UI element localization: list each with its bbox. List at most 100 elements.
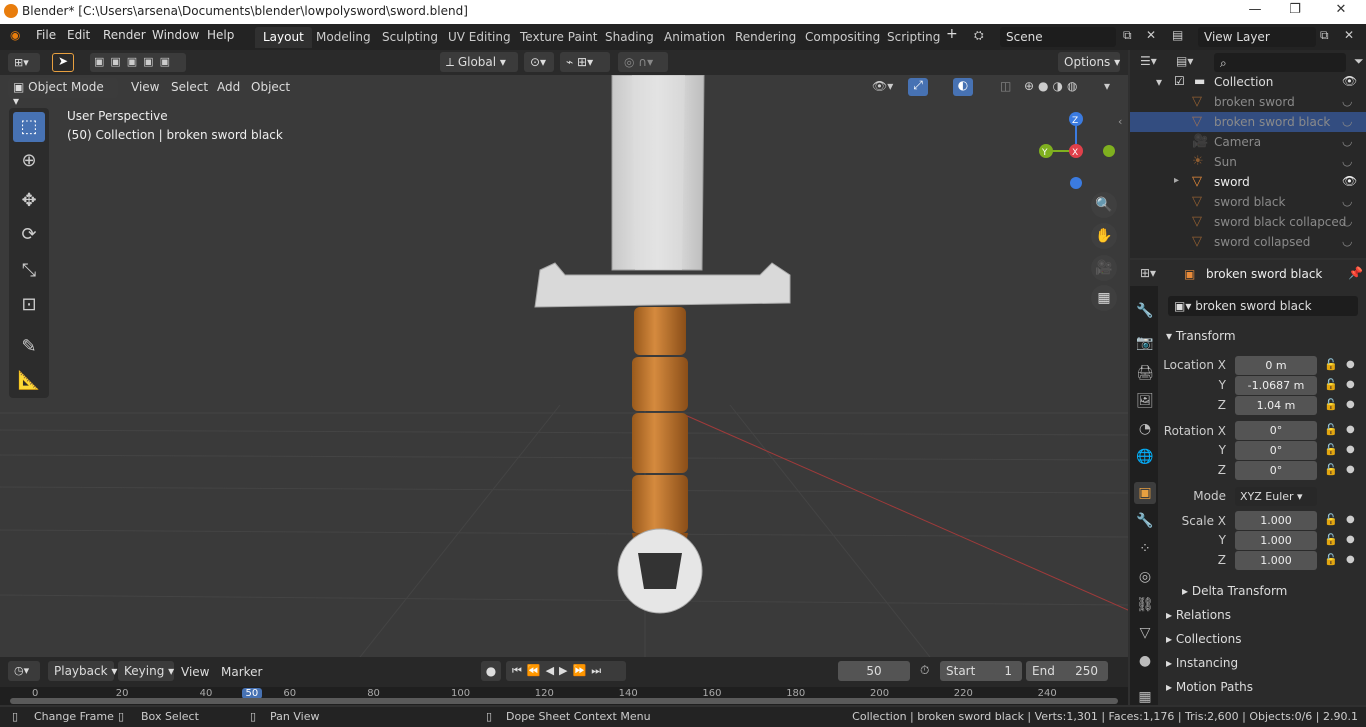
output-tab-icon[interactable]: 🖨 <box>1134 362 1156 384</box>
keyframe-dot-icon[interactable]: ● <box>1346 379 1355 390</box>
snap-dropdown[interactable]: ⌁ ⊞▾ <box>560 52 610 72</box>
eye-closed-icon[interactable]: ◡ <box>1342 214 1352 228</box>
lock-icon[interactable]: 🔓 <box>1324 463 1338 476</box>
rotation-z-field[interactable]: 0° <box>1235 461 1317 480</box>
tool-tab-icon[interactable]: 🔧 <box>1134 300 1156 322</box>
lock-icon[interactable]: 🔓 <box>1324 513 1338 526</box>
motion-paths-header[interactable]: ▸ Motion Paths <box>1166 680 1253 694</box>
lock-icon[interactable]: 🔓 <box>1324 398 1338 411</box>
outliner-item[interactable]: ▽ broken sword black ◡ <box>1130 112 1366 132</box>
physics-tab-icon[interactable]: ◎ <box>1134 566 1156 588</box>
delta-transform-header[interactable]: ▸ Delta Transform <box>1182 584 1287 598</box>
pan-hand-icon[interactable]: ✋ <box>1091 223 1117 249</box>
start-frame-field[interactable]: Start 1 <box>940 661 1022 681</box>
axis-gizmo-icon[interactable]: Z Y X <box>1034 107 1120 193</box>
transform-orientation-dropdown[interactable]: ⟂ Global ▾ <box>440 52 518 72</box>
lock-icon[interactable]: 🔓 <box>1324 378 1338 391</box>
outliner-item[interactable]: ▽ sword black collapced ◡ <box>1130 212 1366 232</box>
move-tool-icon[interactable]: ✥ <box>13 186 45 216</box>
expand-arrow-icon[interactable]: ▸ <box>1174 175 1179 186</box>
checkbox-icon[interactable]: ☑ <box>1174 74 1185 88</box>
constraints-tab-icon[interactable]: ⛓ <box>1134 594 1156 616</box>
outliner-collection-row[interactable]: ▾ ☑ ▬ Collection 👁 <box>1130 72 1366 92</box>
new-scene-icon[interactable]: ⧉ <box>1123 28 1132 43</box>
rotate-tool-icon[interactable]: ⟳ <box>13 220 45 250</box>
tab-scripting[interactable]: Scripting <box>879 27 948 48</box>
outliner-editor-icon[interactable]: ☰▾ <box>1140 54 1157 68</box>
keyframe-dot-icon[interactable]: ● <box>1346 399 1355 410</box>
outliner-item[interactable]: ▽ broken sword ◡ <box>1130 92 1366 112</box>
lock-icon[interactable]: 🔓 <box>1324 358 1338 371</box>
keyframe-dot-icon[interactable]: ● <box>1346 464 1355 475</box>
rotation-mode-dropdown[interactable]: XYZ Euler ▾ <box>1235 487 1317 506</box>
select-tool-icon[interactable]: ➤ <box>52 53 74 72</box>
playback-menu[interactable]: Playback ▾ <box>48 661 117 681</box>
pin-icon[interactable]: 📌 <box>1348 266 1363 280</box>
scene-field[interactable]: Scene <box>1000 27 1116 47</box>
lock-icon[interactable]: 🔓 <box>1324 423 1338 436</box>
add-workspace-button[interactable]: + <box>946 26 958 42</box>
menu-object[interactable]: Object <box>251 80 290 94</box>
view-layer-field[interactable]: View Layer <box>1198 27 1316 47</box>
menu-window[interactable]: Window <box>152 28 199 42</box>
xray-toggle-icon[interactable]: ◫ <box>1000 79 1011 93</box>
close-button[interactable]: ✕ <box>1326 2 1356 22</box>
data-tab-icon[interactable]: ▽ <box>1134 622 1156 644</box>
outliner-item[interactable]: ☀ Sun ◡ <box>1130 152 1366 172</box>
eye-closed-icon[interactable]: ◡ <box>1342 134 1352 148</box>
outliner-item[interactable]: ▸ ▽ sword 👁 <box>1130 172 1366 192</box>
outliner-item[interactable]: ▽ sword collapsed ◡ <box>1130 232 1366 252</box>
collections-header[interactable]: ▸ Collections <box>1166 632 1241 646</box>
menu-view[interactable]: View <box>131 80 159 94</box>
keyframe-dot-icon[interactable]: ● <box>1346 359 1355 370</box>
relations-header[interactable]: ▸ Relations <box>1166 608 1231 622</box>
menu-render[interactable]: Render <box>103 28 146 42</box>
material-tab-icon[interactable]: ● <box>1134 650 1156 672</box>
outliner-item[interactable]: ▽ sword black ◡ <box>1130 192 1366 212</box>
timeline-view-menu[interactable]: View <box>181 665 209 679</box>
menu-edit[interactable]: Edit <box>67 28 90 42</box>
lock-icon[interactable]: 🔓 <box>1324 443 1338 456</box>
current-frame-field[interactable]: 50 <box>838 661 910 681</box>
cursor-tool-icon[interactable]: ⊕ <box>13 146 45 176</box>
blender-menu-icon[interactable]: ◉ <box>10 28 20 42</box>
tab-texture-paint[interactable]: Texture Paint <box>512 27 605 48</box>
instancing-header[interactable]: ▸ Instancing <box>1166 656 1238 670</box>
filter-icon[interactable]: ⏷ <box>1354 54 1364 69</box>
tab-sculpting[interactable]: Sculpting <box>374 27 446 48</box>
view-layer-icon[interactable]: ▤ <box>1172 28 1194 42</box>
view-layer-tab-icon[interactable]: 🖼 <box>1134 390 1156 412</box>
minimize-button[interactable]: — <box>1240 2 1270 22</box>
tab-rendering[interactable]: Rendering <box>727 27 804 48</box>
new-view-layer-icon[interactable]: ⧉ <box>1320 28 1329 43</box>
rotation-y-field[interactable]: 0° <box>1235 441 1317 460</box>
world-tab-icon[interactable]: 🌐 <box>1134 446 1156 468</box>
eye-closed-icon[interactable]: ◡ <box>1342 114 1352 128</box>
modifier-tab-icon[interactable]: 🔧 <box>1134 510 1156 532</box>
eye-closed-icon[interactable]: ◡ <box>1342 154 1352 168</box>
gizmo-toggle-icon[interactable]: ⤢ <box>908 78 928 96</box>
scale-x-field[interactable]: 1.000 <box>1235 511 1317 530</box>
collapse-arrow-icon[interactable]: ▾ <box>1156 75 1162 89</box>
display-mode-icon[interactable]: ▤▾ <box>1176 54 1193 68</box>
scale-tool-icon[interactable]: ⤡ <box>13 256 45 286</box>
menu-file[interactable]: File <box>36 28 56 42</box>
lock-icon[interactable]: 🔓 <box>1324 533 1338 546</box>
scale-z-field[interactable]: 1.000 <box>1235 551 1317 570</box>
eye-icon[interactable]: 👁 <box>1342 174 1357 188</box>
lock-icon[interactable]: 🔓 <box>1324 553 1338 566</box>
visibility-dropdown-icon[interactable]: 👁▾ <box>872 79 893 93</box>
outliner-search-input[interactable]: ⌕ <box>1214 53 1346 72</box>
timeline-marker-menu[interactable]: Marker <box>221 665 262 679</box>
end-frame-field[interactable]: End 250 <box>1026 661 1108 681</box>
tab-modeling[interactable]: Modeling <box>308 27 379 48</box>
render-tab-icon[interactable]: 📷 <box>1134 332 1156 354</box>
keyframe-dot-icon[interactable]: ● <box>1346 424 1355 435</box>
menu-select[interactable]: Select <box>171 80 208 94</box>
scale-y-field[interactable]: 1.000 <box>1235 531 1317 550</box>
menu-add[interactable]: Add <box>217 80 240 94</box>
tab-animation[interactable]: Animation <box>656 27 733 48</box>
location-y-field[interactable]: -1.0687 m <box>1235 376 1317 395</box>
eye-icon[interactable]: 👁 <box>1342 74 1357 88</box>
rotation-x-field[interactable]: 0° <box>1235 421 1317 440</box>
